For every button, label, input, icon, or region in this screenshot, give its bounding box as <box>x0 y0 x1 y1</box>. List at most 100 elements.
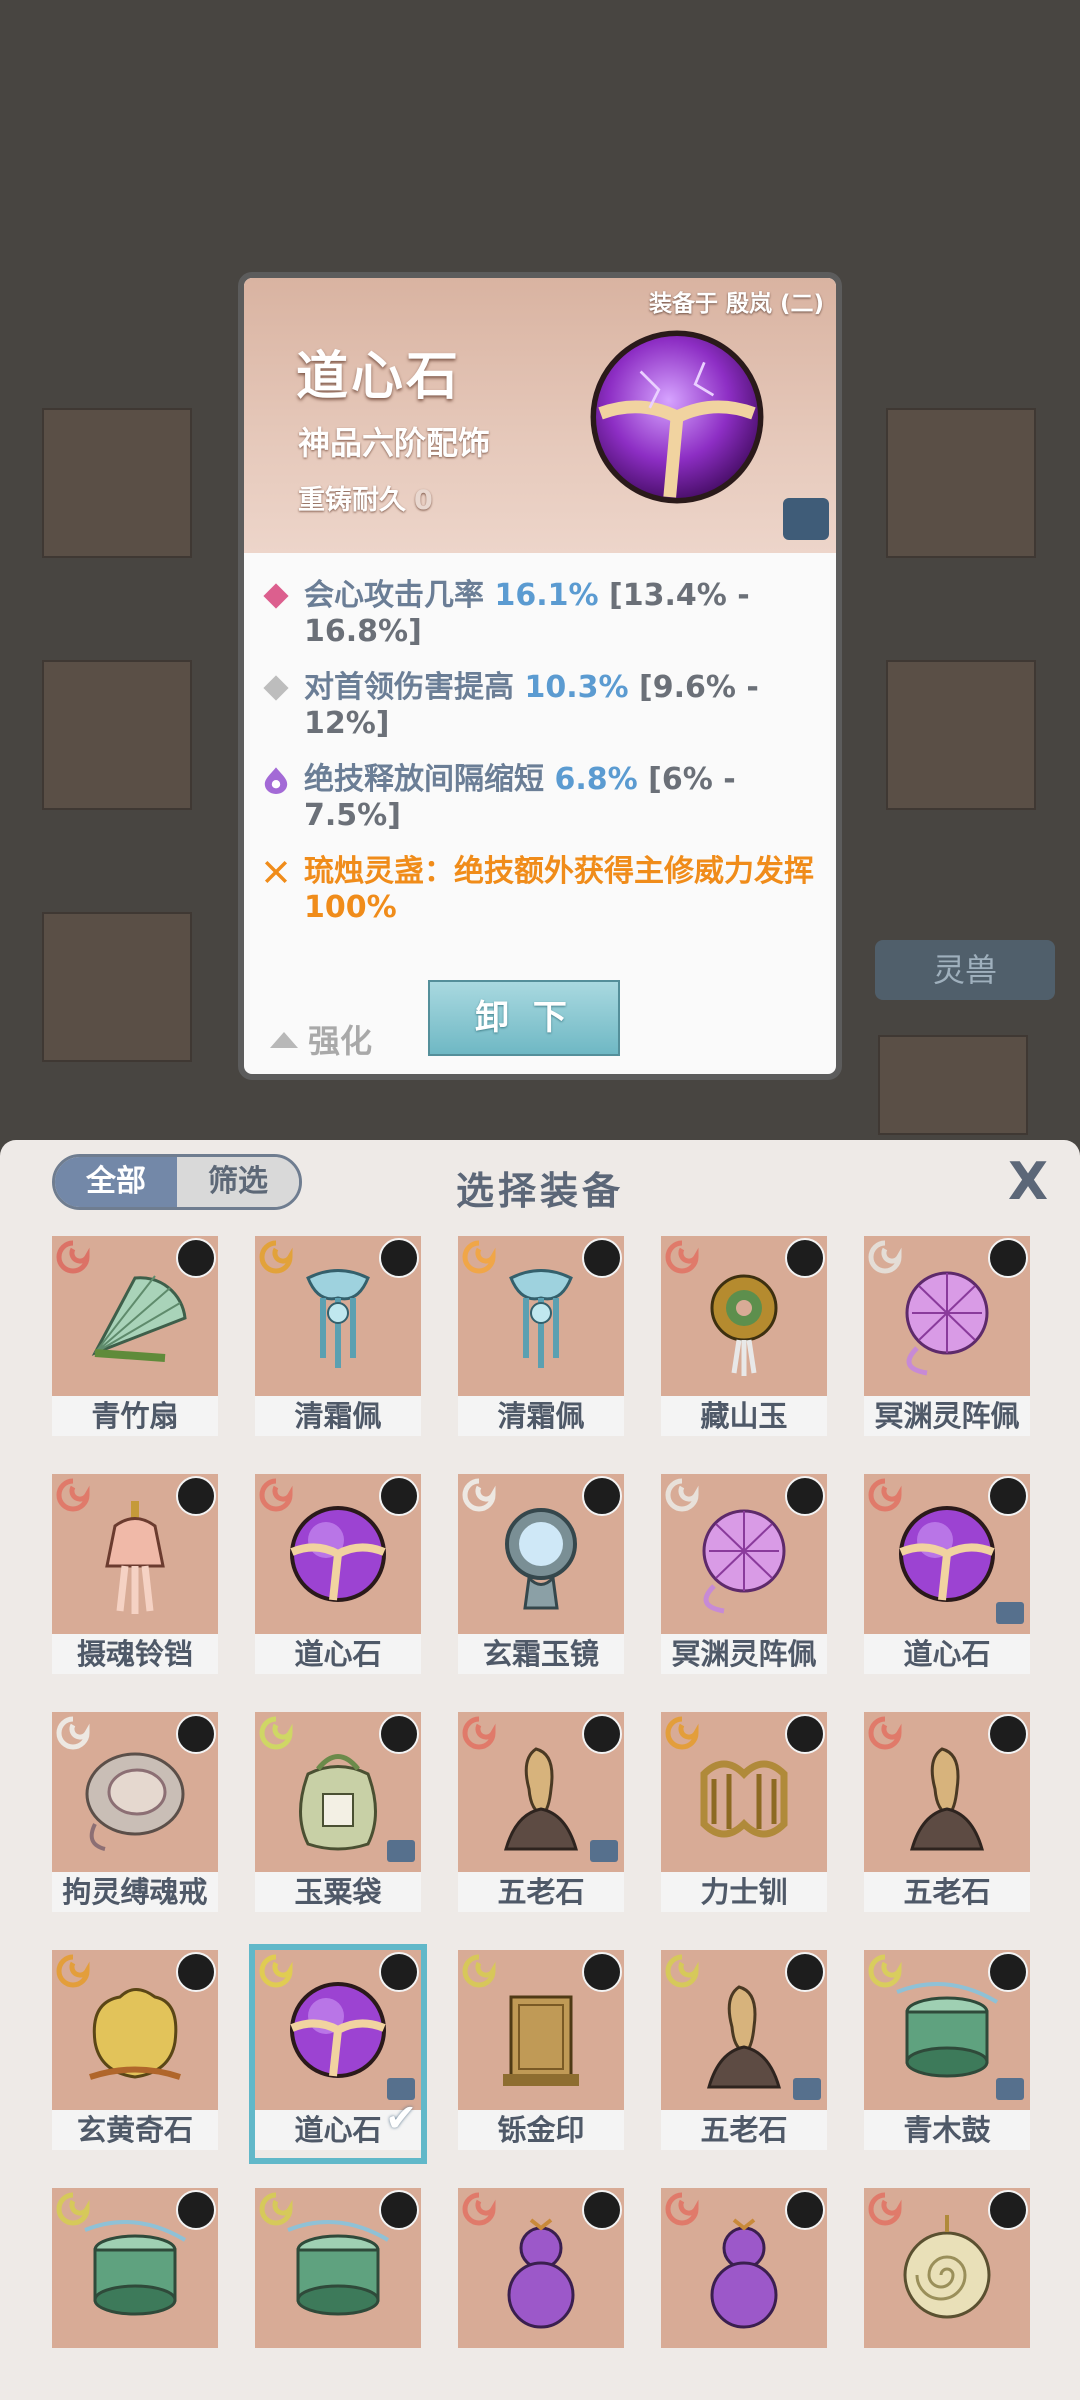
equipment-slot[interactable]: 摄魂铃铛 <box>52 1474 218 1682</box>
gourd-icon <box>507 2218 575 2329</box>
element-swirl-icon <box>665 1240 699 1274</box>
equipment-slot[interactable]: 玄黄奇石 <box>52 1950 218 2158</box>
equipment-slot[interactable]: 青木鼓 <box>864 1950 1030 2158</box>
element-swirl-icon <box>462 1954 496 1988</box>
equipment-name: 清霜佩 <box>255 1396 421 1436</box>
owner-avatar <box>988 1238 1028 1278</box>
pendant-icon <box>306 1269 370 1368</box>
web-icon <box>905 1271 989 1376</box>
equipment-slot[interactable]: 玄霜玉镜 <box>458 1474 624 1682</box>
lock-icon[interactable] <box>783 498 829 540</box>
special-effect-icon <box>264 860 288 884</box>
equipment-slot[interactable]: 冥渊灵阵佩 <box>864 1236 1030 1444</box>
equipment-slot[interactable] <box>864 2188 1030 2396</box>
equipment-slot[interactable] <box>458 2188 624 2396</box>
ring-icon <box>85 1752 185 1851</box>
owner-avatar <box>582 1238 622 1278</box>
equipment-slot[interactable]: 五老石 <box>661 1950 827 2158</box>
element-swirl-icon <box>868 1954 902 1988</box>
equipment-name: 力士钏 <box>661 1872 827 1912</box>
element-swirl-icon <box>259 1716 293 1750</box>
equipment-name: 玄霜玉镜 <box>458 1634 624 1674</box>
orb-icon <box>899 1506 995 1602</box>
crit-diamond-icon <box>263 583 289 609</box>
seal-icon <box>503 1995 579 2086</box>
equipment-slot[interactable]: 铄金印 <box>458 1950 624 2158</box>
equipment-name: 拘灵缚魂戒 <box>52 1872 218 1912</box>
equipment-slot[interactable] <box>255 2188 421 2396</box>
element-swirl-icon <box>259 1954 293 1988</box>
owner-avatar <box>176 1714 216 1754</box>
background-slot <box>42 660 192 810</box>
equipment-slot[interactable]: 道心石 <box>864 1474 1030 1682</box>
recast-label: 重铸耐久 <box>298 485 406 516</box>
select-equipment-panel: 全部 筛选 选择装备 X 青竹扇 清霜佩 清霜佩 藏山玉 冥渊灵阵佩 摄魂铃铛 道心石 玄霜玉… <box>0 1140 1080 2400</box>
lock-icon <box>996 2078 1024 2100</box>
element-swirl-icon <box>868 1716 902 1750</box>
boss-diamond-icon <box>263 675 289 701</box>
owner-avatar <box>582 1714 622 1754</box>
stat-list: 会心攻击几率 16.1% [13.4% - 16.8%] 对首领伤害提高 10.… <box>262 578 822 946</box>
equipped-by-label: 装备于 殷岚 (二) <box>648 291 824 317</box>
equipment-slot[interactable]: 道心石 <box>255 1474 421 1682</box>
equipment-name: 藏山玉 <box>661 1396 827 1436</box>
dao-heart-stone-icon <box>590 330 764 504</box>
element-swirl-icon <box>56 1716 90 1750</box>
equipment-slot[interactable] <box>52 2188 218 2396</box>
equipment-slot[interactable]: 冥渊灵阵佩 <box>661 1474 827 1682</box>
owner-avatar <box>785 2190 825 2230</box>
stone-icon <box>707 1985 781 2089</box>
enhance-button[interactable]: 强化 <box>270 1016 372 1062</box>
equipment-slot[interactable]: 清霜佩 <box>255 1236 421 1444</box>
equipment-name: 玉粟袋 <box>255 1872 421 1912</box>
background-slot <box>42 408 192 558</box>
equipment-name: 五老石 <box>864 1872 1030 1912</box>
equipment-name: 五老石 <box>458 1872 624 1912</box>
stat-value: 16.1% <box>494 578 599 613</box>
stat-row: 绝技释放间隔缩短 6.8% [6% - 7.5%] <box>262 762 822 834</box>
element-swirl-icon <box>462 2192 496 2226</box>
drum-icon <box>287 2220 390 2316</box>
owner-avatar <box>988 1714 1028 1754</box>
owner-avatar <box>379 2190 419 2230</box>
equipment-name: 五老石 <box>661 2110 827 2150</box>
element-swirl-icon <box>259 1240 293 1274</box>
equipment-slot[interactable]: 青竹扇 <box>52 1236 218 1444</box>
equipment-slot[interactable]: 藏山玉 <box>661 1236 827 1444</box>
stat-value: 6.8% <box>554 762 638 797</box>
owner-avatar <box>379 1476 419 1516</box>
owner-avatar <box>176 2190 216 2230</box>
orb-icon <box>290 1506 386 1602</box>
background-slot <box>886 660 1036 810</box>
stat-row: 对首领伤害提高 10.3% [9.6% - 12%] <box>262 670 822 742</box>
equipment-name: 摄魂铃铛 <box>52 1634 218 1674</box>
gourd-icon <box>710 2218 778 2329</box>
owner-avatar <box>379 1714 419 1754</box>
equipment-slot[interactable] <box>661 2188 827 2396</box>
fan-icon <box>91 1275 187 1362</box>
equipment-slot[interactable]: 清霜佩 <box>458 1236 624 1444</box>
unequip-button[interactable]: 卸 下 <box>428 980 620 1056</box>
close-icon[interactable]: X <box>1002 1156 1054 1208</box>
background-slot <box>878 1035 1028 1135</box>
element-swirl-icon <box>462 1240 496 1274</box>
equipment-slot[interactable]: 拘灵缚魂戒 <box>52 1712 218 1920</box>
lock-icon <box>387 1840 415 1862</box>
equipment-name: 冥渊灵阵佩 <box>661 1634 827 1674</box>
lock-icon <box>996 1602 1024 1624</box>
item-name: 道心石 <box>296 347 462 407</box>
equipment-slot[interactable]: 玉粟袋 <box>255 1712 421 1920</box>
equipment-slot[interactable]: 五老石 <box>458 1712 624 1920</box>
element-swirl-icon <box>665 1954 699 1988</box>
coil-icon <box>903 2215 991 2319</box>
equipment-slot[interactable]: 道心石 ✔ <box>249 1944 427 2164</box>
owner-avatar <box>988 1952 1028 1992</box>
owner-avatar <box>582 1952 622 1992</box>
lock-icon <box>590 1840 618 1862</box>
element-swirl-icon <box>665 1478 699 1512</box>
equipment-name: 道心石 <box>864 1634 1030 1674</box>
stat-label: 会心攻击几率 <box>304 578 484 613</box>
element-swirl-icon <box>56 1954 90 1988</box>
equipment-slot[interactable]: 五老石 <box>864 1712 1030 1920</box>
equipment-slot[interactable]: 力士钏 <box>661 1712 827 1920</box>
